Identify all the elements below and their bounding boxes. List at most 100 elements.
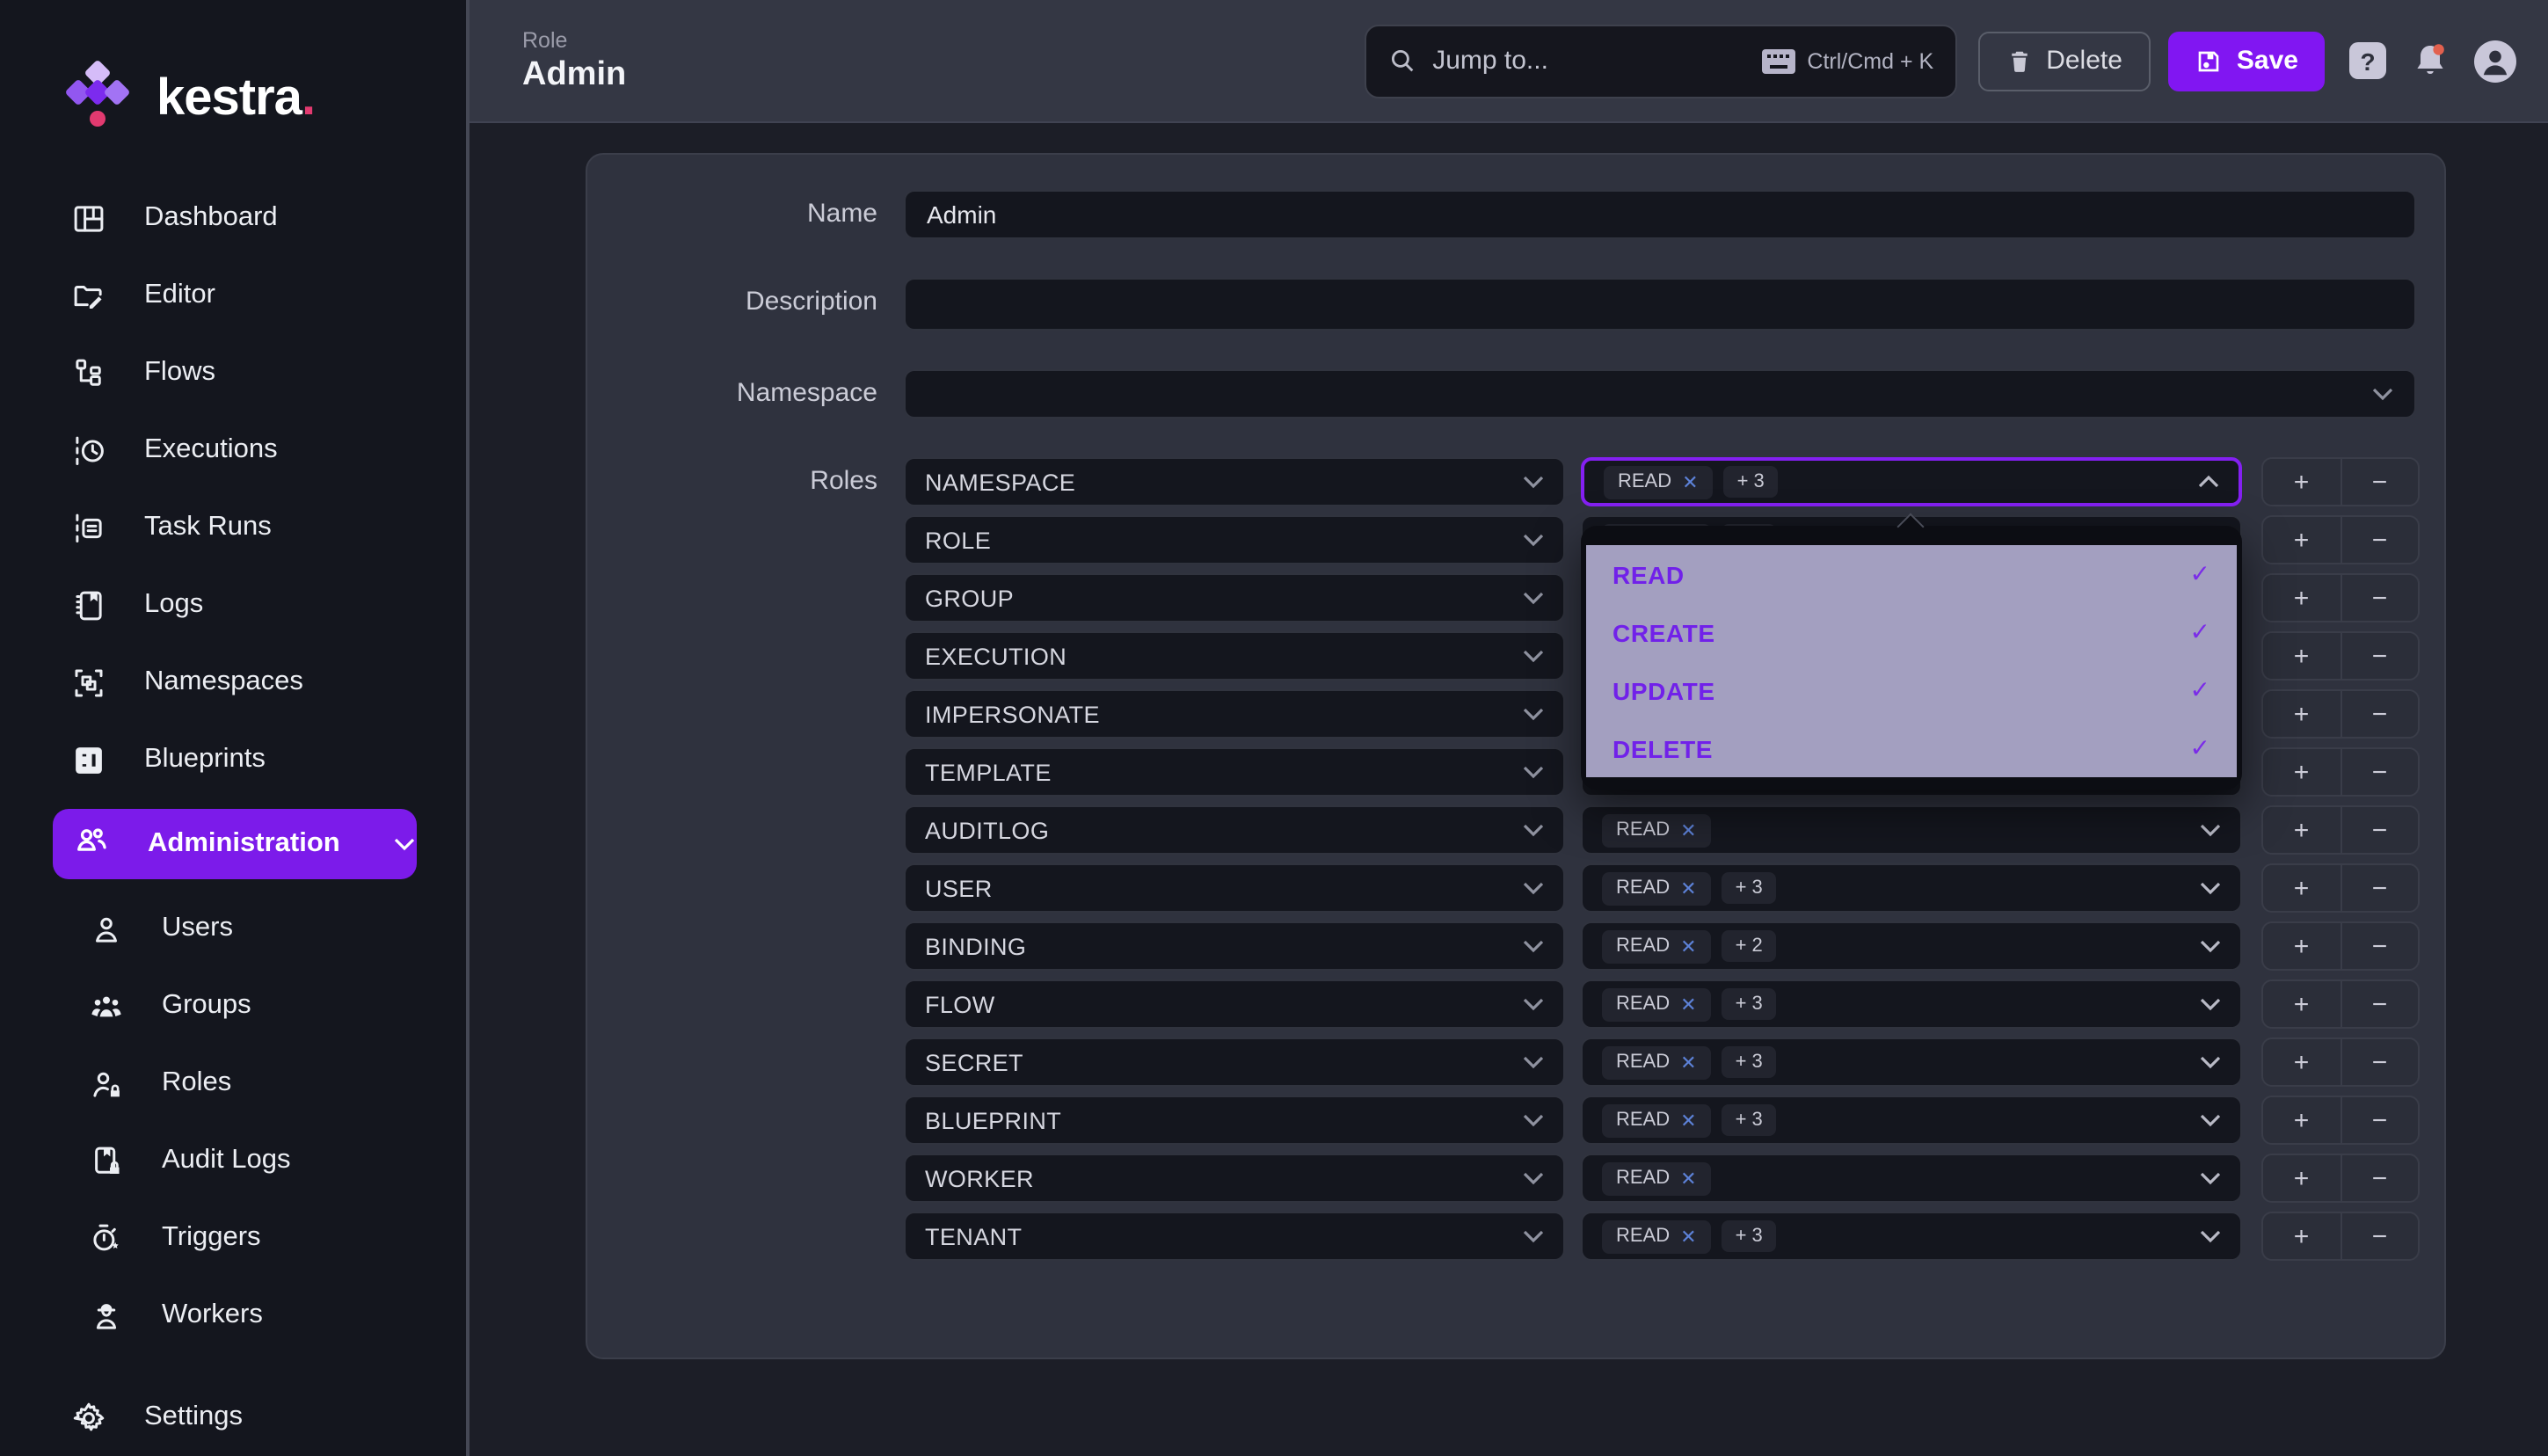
- sidebar-item-dashboard[interactable]: Dashboard: [0, 179, 466, 257]
- sidebar-item-workers[interactable]: Workers: [0, 1277, 466, 1354]
- add-permission-row-button[interactable]: +: [2263, 1213, 2340, 1259]
- resource-type-select[interactable]: WORKER: [904, 1154, 1565, 1203]
- permissions-multiselect[interactable]: READ✕ + 2: [1581, 921, 2242, 971]
- name-input[interactable]: Admin: [904, 190, 2416, 239]
- remove-permission-row-button[interactable]: −: [2341, 1213, 2418, 1259]
- resource-type-select[interactable]: IMPERSONATE: [904, 689, 1565, 739]
- remove-chip-icon[interactable]: ✕: [1680, 935, 1696, 957]
- resource-type-select[interactable]: ROLE: [904, 515, 1565, 564]
- remove-permission-row-button[interactable]: −: [2341, 1155, 2418, 1201]
- sidebar-item-blueprints[interactable]: Blueprints: [0, 721, 466, 798]
- remove-chip-icon[interactable]: ✕: [1680, 1167, 1696, 1190]
- remove-chip-icon[interactable]: ✕: [1680, 819, 1696, 841]
- dropdown-option-read[interactable]: READ✓: [1586, 545, 2237, 603]
- permissions-multiselect[interactable]: READ✕: [1581, 805, 2242, 855]
- remove-chip-icon[interactable]: ✕: [1682, 470, 1698, 493]
- permissions-multiselect[interactable]: READ✕ + 3: [1581, 1096, 2242, 1145]
- resource-type-select[interactable]: TENANT: [904, 1212, 1565, 1261]
- resource-type-select[interactable]: SECRET: [904, 1037, 1565, 1087]
- sidebar-item-flows[interactable]: Flows: [0, 334, 466, 411]
- permission-chip[interactable]: READ✕: [1602, 871, 1711, 905]
- remove-permission-row-button[interactable]: −: [2341, 749, 2418, 795]
- permission-chip[interactable]: READ✕: [1602, 1219, 1711, 1253]
- remove-chip-icon[interactable]: ✕: [1680, 1109, 1696, 1132]
- remove-chip-icon[interactable]: ✕: [1680, 1225, 1696, 1248]
- permission-chip[interactable]: + 3: [1722, 1104, 1777, 1136]
- sidebar-item-users[interactable]: Users: [0, 890, 466, 967]
- jump-to-search[interactable]: Jump to... Ctrl/Cmd + K: [1364, 24, 1956, 98]
- permission-chip[interactable]: READ✕: [1602, 1103, 1711, 1137]
- namespace-select[interactable]: [904, 369, 2416, 419]
- permission-chip[interactable]: READ✕: [1602, 1045, 1711, 1079]
- add-permission-row-button[interactable]: +: [2263, 1039, 2340, 1085]
- remove-permission-row-button[interactable]: −: [2341, 1039, 2418, 1085]
- resource-type-select[interactable]: GROUP: [904, 573, 1565, 622]
- remove-permission-row-button[interactable]: −: [2341, 923, 2418, 969]
- permissions-multiselect[interactable]: READ✕+ 3: [1581, 863, 2242, 913]
- dropdown-option-create[interactable]: CREATE✓: [1586, 603, 2237, 661]
- permission-chip[interactable]: + 2: [1722, 930, 1777, 962]
- remove-permission-row-button[interactable]: −: [2341, 981, 2418, 1027]
- add-permission-row-button[interactable]: +: [2263, 459, 2340, 505]
- add-permission-row-button[interactable]: +: [2263, 807, 2340, 853]
- sidebar-item-audit-logs[interactable]: Audit Logs: [0, 1122, 466, 1199]
- permission-chip[interactable]: READ✕: [1602, 1161, 1711, 1195]
- resource-type-select[interactable]: FLOW: [904, 979, 1565, 1029]
- sidebar-item-executions[interactable]: Executions: [0, 411, 466, 489]
- sidebar-item-settings[interactable]: Settings: [0, 1379, 466, 1456]
- remove-chip-icon[interactable]: ✕: [1680, 1051, 1696, 1074]
- help-icon[interactable]: ?: [2349, 42, 2386, 79]
- add-permission-row-button[interactable]: +: [2263, 691, 2340, 737]
- add-permission-row-button[interactable]: +: [2263, 981, 2340, 1027]
- remove-permission-row-button[interactable]: −: [2341, 633, 2418, 679]
- permission-chip[interactable]: + 3: [1722, 1220, 1777, 1252]
- sidebar-item-roles[interactable]: Roles: [0, 1045, 466, 1122]
- permissions-multiselect[interactable]: READ✕ + 3: [1581, 979, 2242, 1029]
- remove-permission-row-button[interactable]: −: [2341, 807, 2418, 853]
- permissions-multiselect[interactable]: READ✕ + 3: [1581, 1037, 2242, 1087]
- permission-chip[interactable]: READ✕: [1602, 929, 1711, 963]
- permissions-multiselect[interactable]: READ✕+ 3: [1581, 457, 2242, 506]
- add-permission-row-button[interactable]: +: [2263, 865, 2340, 911]
- permissions-multiselect[interactable]: READ✕: [1581, 1154, 2242, 1203]
- remove-permission-row-button[interactable]: −: [2341, 517, 2418, 563]
- permission-chip[interactable]: READ✕: [1602, 987, 1711, 1021]
- permission-chip[interactable]: + 3: [1723, 466, 1779, 498]
- description-input[interactable]: [904, 278, 2416, 331]
- add-permission-row-button[interactable]: +: [2263, 575, 2340, 621]
- remove-permission-row-button[interactable]: −: [2341, 865, 2418, 911]
- sidebar-item-triggers[interactable]: Triggers: [0, 1199, 466, 1277]
- permission-chip[interactable]: + 3: [1722, 988, 1777, 1020]
- add-permission-row-button[interactable]: +: [2263, 633, 2340, 679]
- remove-chip-icon[interactable]: ✕: [1680, 993, 1696, 1016]
- add-permission-row-button[interactable]: +: [2263, 749, 2340, 795]
- delete-button[interactable]: Delete: [1977, 31, 2151, 91]
- remove-permission-row-button[interactable]: −: [2341, 691, 2418, 737]
- user-avatar[interactable]: [2474, 40, 2516, 82]
- sidebar-item-administration[interactable]: Administration: [53, 809, 417, 879]
- permission-chip[interactable]: READ✕: [1602, 813, 1711, 847]
- dropdown-option-update[interactable]: UPDATE✓: [1586, 661, 2237, 719]
- sidebar-item-groups[interactable]: Groups: [0, 967, 466, 1045]
- notifications-bell-icon[interactable]: [2409, 40, 2451, 82]
- sidebar-item-editor[interactable]: Editor: [0, 257, 466, 334]
- resource-type-select[interactable]: TEMPLATE: [904, 747, 1565, 797]
- permission-chip[interactable]: + 3: [1722, 1046, 1777, 1078]
- remove-permission-row-button[interactable]: −: [2341, 1097, 2418, 1143]
- add-permission-row-button[interactable]: +: [2263, 923, 2340, 969]
- sidebar-item-logs[interactable]: Logs: [0, 566, 466, 644]
- sidebar-item-task-runs[interactable]: Task Runs: [0, 489, 466, 566]
- remove-permission-row-button[interactable]: −: [2341, 459, 2418, 505]
- add-permission-row-button[interactable]: +: [2263, 1155, 2340, 1201]
- add-permission-row-button[interactable]: +: [2263, 517, 2340, 563]
- save-button[interactable]: Save: [2168, 31, 2325, 91]
- dropdown-option-delete[interactable]: DELETE✓: [1586, 719, 2237, 777]
- sidebar-item-namespaces[interactable]: Namespaces: [0, 644, 466, 721]
- remove-chip-icon[interactable]: ✕: [1680, 877, 1696, 899]
- resource-type-select[interactable]: BINDING: [904, 921, 1565, 971]
- permissions-multiselect[interactable]: READ✕ + 3: [1581, 1212, 2242, 1261]
- resource-type-select[interactable]: EXECUTION: [904, 631, 1565, 681]
- add-permission-row-button[interactable]: +: [2263, 1097, 2340, 1143]
- resource-type-select[interactable]: NAMESPACE: [904, 457, 1565, 506]
- resource-type-select[interactable]: AUDITLOG: [904, 805, 1565, 855]
